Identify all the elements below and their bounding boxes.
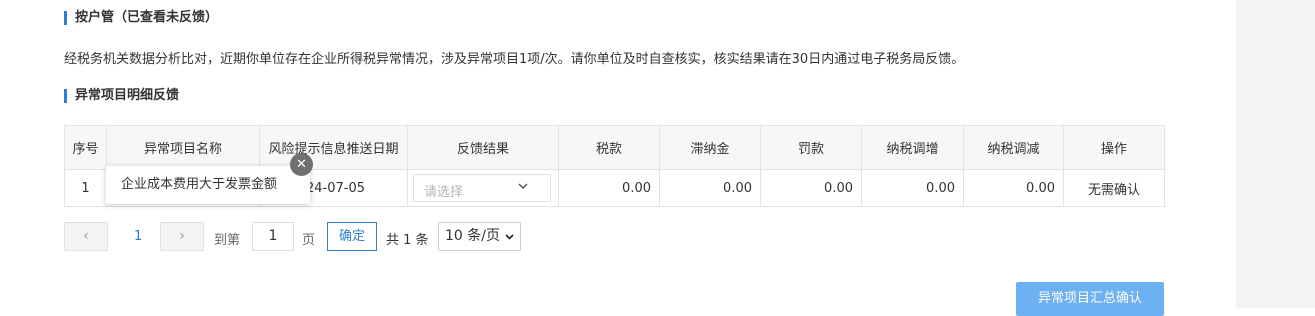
cell-penalty: 0.00 bbox=[760, 169, 862, 207]
chevron-down-icon bbox=[518, 183, 528, 190]
page-size-select[interactable]: 10 条/页 bbox=[438, 222, 521, 251]
header-late-fee: 滞纳金 bbox=[659, 125, 761, 170]
cell-tax: 0.00 bbox=[558, 169, 660, 207]
cell-late-fee: 0.00 bbox=[659, 169, 761, 207]
header-adjust-increase: 纳税调增 bbox=[861, 125, 964, 170]
total-count: 共 1 条 bbox=[386, 233, 429, 248]
goto-label: 到第 bbox=[214, 233, 241, 248]
feedback-select[interactable]: 请选择 bbox=[413, 174, 551, 202]
table-header-row: 序号 异常项目名称 风险提示信息推送日期 反馈结果 税款 滞纳金 罚款 纳税调增… bbox=[64, 125, 1165, 170]
right-gutter bbox=[1236, 0, 1315, 308]
section-title-account: 按户管（已查看未反馈） bbox=[64, 11, 218, 25]
goto-confirm-button[interactable]: 确定 bbox=[327, 222, 377, 251]
feedback-select-placeholder: 请选择 bbox=[424, 185, 464, 200]
header-adjust-decrease: 纳税调减 bbox=[963, 125, 1064, 170]
header-item-name: 异常项目名称 bbox=[106, 125, 260, 170]
cell-index: 1 bbox=[64, 169, 107, 207]
header-action: 操作 bbox=[1063, 125, 1165, 170]
chevron-down-icon bbox=[505, 234, 514, 240]
page-unit-label: 页 bbox=[302, 233, 316, 248]
prev-page-button[interactable]: ‹ bbox=[64, 222, 108, 251]
next-page-button[interactable]: › bbox=[160, 222, 204, 251]
header-tax: 税款 bbox=[558, 125, 660, 170]
cell-action: 无需确认 bbox=[1063, 169, 1165, 207]
item-name-tooltip: 企业成本费用大于发票金额 bbox=[106, 166, 310, 204]
header-push-date: 风险提示信息推送日期 bbox=[259, 125, 408, 170]
goto-page-input[interactable]: 1 bbox=[252, 222, 294, 251]
header-penalty: 罚款 bbox=[760, 125, 862, 170]
notice-text: 经税务机关数据分析比对，近期你单位存在企业所得税异常情况，涉及异常项目1项/次。… bbox=[64, 52, 965, 67]
header-feedback: 反馈结果 bbox=[407, 125, 559, 170]
section-title-detail: 异常项目明细反馈 bbox=[64, 89, 179, 103]
page-number-current[interactable]: 1 bbox=[134, 229, 142, 244]
close-icon[interactable]: ✕ bbox=[290, 153, 313, 176]
cell-adjust-increase: 0.00 bbox=[861, 169, 964, 207]
cell-adjust-decrease: 0.00 bbox=[963, 169, 1064, 207]
page-size-value: 10 条/页 bbox=[445, 228, 500, 244]
header-index: 序号 bbox=[64, 125, 107, 170]
summary-confirm-button[interactable]: 异常项目汇总确认 bbox=[1016, 282, 1164, 316]
cell-feedback: 请选择 bbox=[407, 169, 559, 207]
